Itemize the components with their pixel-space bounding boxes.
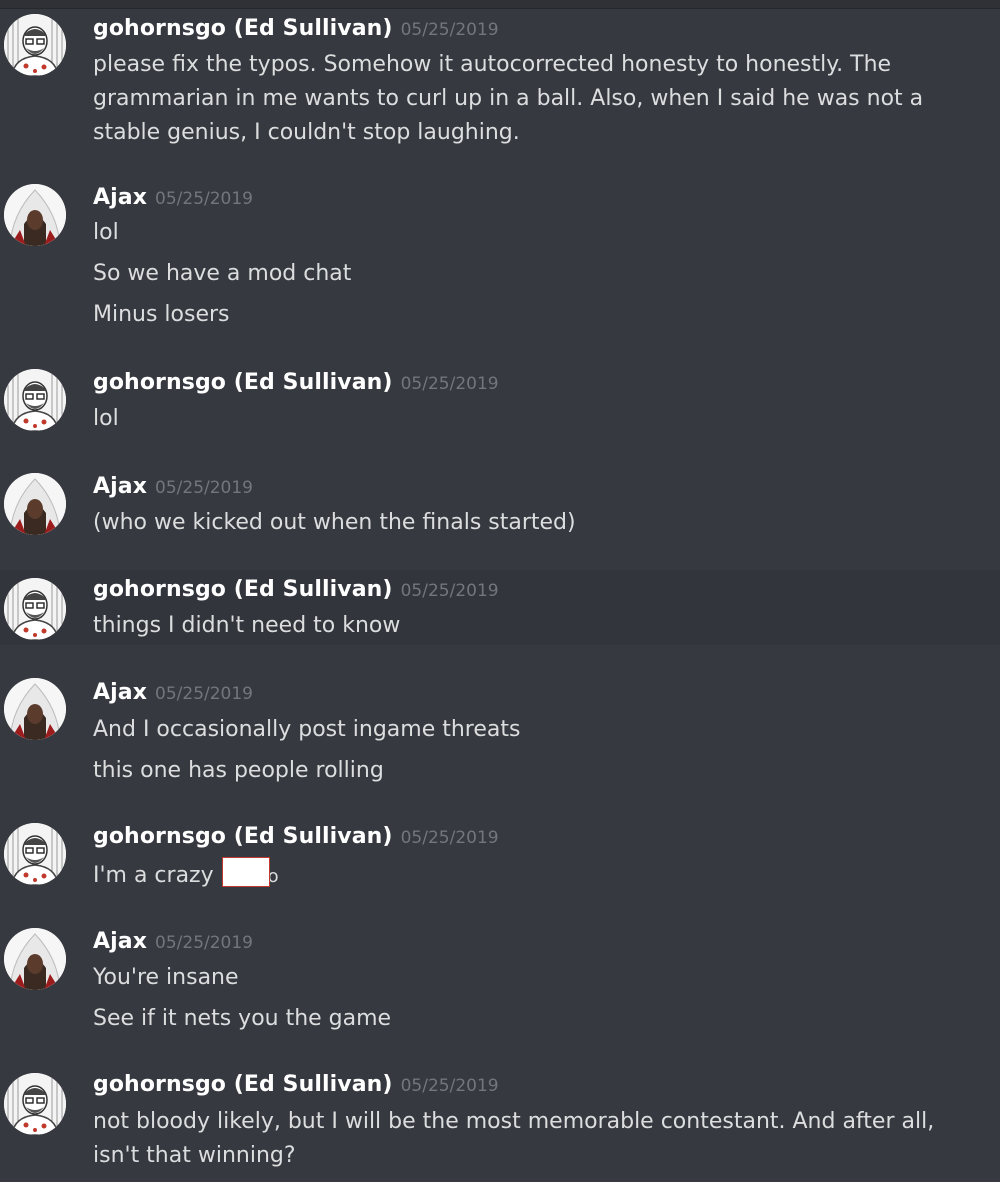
message-header: gohornsgo (Ed Sullivan) 05/25/2019 xyxy=(93,370,499,395)
username[interactable]: gohornsgo (Ed Sullivan) xyxy=(93,370,393,395)
message-text: You're insane xyxy=(93,965,239,990)
timestamp[interactable]: 05/25/2019 xyxy=(401,1076,499,1096)
username[interactable]: gohornsgo (Ed Sullivan) xyxy=(93,16,393,41)
avatar-ajax[interactable] xyxy=(4,928,66,990)
avatar-ajax-image xyxy=(4,678,66,740)
avatar-ajax-image xyxy=(4,473,66,535)
message-group: gohornsgo (Ed Sullivan) 05/25/2019 not bl… xyxy=(0,1068,1000,1182)
message-text: Minus losers xyxy=(93,302,230,327)
message-header: gohornsgo (Ed Sullivan) 05/25/2019 xyxy=(93,824,499,849)
avatar-ajax[interactable] xyxy=(4,184,66,246)
timestamp[interactable]: 05/25/2019 xyxy=(401,828,499,848)
message-header: gohornsgo (Ed Sullivan) 05/25/2019 xyxy=(93,16,499,41)
timestamp[interactable]: 05/25/2019 xyxy=(155,684,253,704)
avatar-gohornsgo[interactable] xyxy=(4,14,66,76)
message-text: please fix the typos. Somehow it autocor… xyxy=(93,52,892,77)
message-group: Ajax 05/25/2019 (who we kicked out when t… xyxy=(0,470,1000,550)
username[interactable]: gohornsgo (Ed Sullivan) xyxy=(93,577,393,602)
message-text: (who we kicked out when the finals start… xyxy=(93,510,576,535)
timestamp[interactable]: 05/25/2019 xyxy=(155,189,253,209)
message-group: Ajax 05/25/2019 And I occasionally post i… xyxy=(0,676,1000,796)
avatar-gohornsgo[interactable] xyxy=(4,369,66,431)
message-text: lol xyxy=(93,220,119,245)
username[interactable]: Ajax xyxy=(93,680,147,705)
avatar-gohornsgo[interactable] xyxy=(4,823,66,885)
avatar-gohornsgo[interactable] xyxy=(4,1073,66,1135)
timestamp[interactable]: 05/25/2019 xyxy=(401,374,499,394)
message-text: So we have a mod chat xyxy=(93,261,352,286)
message-header: gohornsgo (Ed Sullivan) 05/25/2019 xyxy=(93,1072,499,1097)
message-text: this one has people rolling xyxy=(93,758,384,783)
message-text-fragment: I'm a crazy xyxy=(93,863,214,888)
avatar-ed-image xyxy=(4,823,66,885)
message-header: Ajax 05/25/2019 xyxy=(93,929,253,954)
message-text: I'm a crazy o xyxy=(93,857,279,894)
message-text: stable genius, I couldn't stop laughing. xyxy=(93,120,520,145)
message-text: things I didn't need to know xyxy=(93,613,401,638)
username[interactable]: Ajax xyxy=(93,929,147,954)
redaction-box xyxy=(221,857,270,887)
username[interactable]: gohornsgo (Ed Sullivan) xyxy=(93,1072,393,1097)
message-header: gohornsgo (Ed Sullivan) 05/25/2019 xyxy=(93,577,499,602)
top-divider xyxy=(0,0,1000,9)
message-group: gohornsgo (Ed Sullivan) 05/25/2019 I'm a … xyxy=(0,820,1000,900)
message-header: Ajax 05/25/2019 xyxy=(93,680,253,705)
avatar-ajax[interactable] xyxy=(4,678,66,740)
message-group: Ajax 05/25/2019 You're insane See if it n… xyxy=(0,925,1000,1045)
username[interactable]: Ajax xyxy=(93,474,147,499)
avatar-ed-image xyxy=(4,578,66,640)
message-text: not bloody likely, but I will be the mos… xyxy=(93,1109,935,1134)
avatar-gohornsgo[interactable] xyxy=(4,578,66,640)
message-text: See if it nets you the game xyxy=(93,1006,392,1031)
username[interactable]: gohornsgo (Ed Sullivan) xyxy=(93,824,393,849)
message-group: Ajax 05/25/2019 lol So we have a mod chat… xyxy=(0,180,1000,340)
avatar-ed-image xyxy=(4,369,66,431)
timestamp[interactable]: 05/25/2019 xyxy=(401,581,499,601)
avatar-ajax-image xyxy=(4,184,66,246)
message-text: lol xyxy=(93,406,119,431)
message-group: gohornsgo (Ed Sullivan) 05/25/2019 lol xyxy=(0,366,1000,446)
timestamp[interactable]: 05/25/2019 xyxy=(401,20,499,40)
message-group: gohornsgo (Ed Sullivan) 05/25/2019 please… xyxy=(0,10,1000,160)
message-header: Ajax 05/25/2019 xyxy=(93,474,253,499)
avatar-ajax[interactable] xyxy=(4,473,66,535)
message-text: grammarian in me wants to curl up in a b… xyxy=(93,86,924,111)
avatar-ajax-image xyxy=(4,928,66,990)
message-group-highlighted: gohornsgo (Ed Sullivan) 05/25/2019 things… xyxy=(0,570,1000,645)
timestamp[interactable]: 05/25/2019 xyxy=(155,933,253,953)
message-text: And I occasionally post ingame threats xyxy=(93,717,521,742)
timestamp[interactable]: 05/25/2019 xyxy=(155,478,253,498)
username[interactable]: Ajax xyxy=(93,185,147,210)
message-text: isn't that winning? xyxy=(93,1143,296,1168)
message-header: Ajax 05/25/2019 xyxy=(93,185,253,210)
avatar-ed-image xyxy=(4,1073,66,1135)
avatar-ed-image xyxy=(4,14,66,76)
